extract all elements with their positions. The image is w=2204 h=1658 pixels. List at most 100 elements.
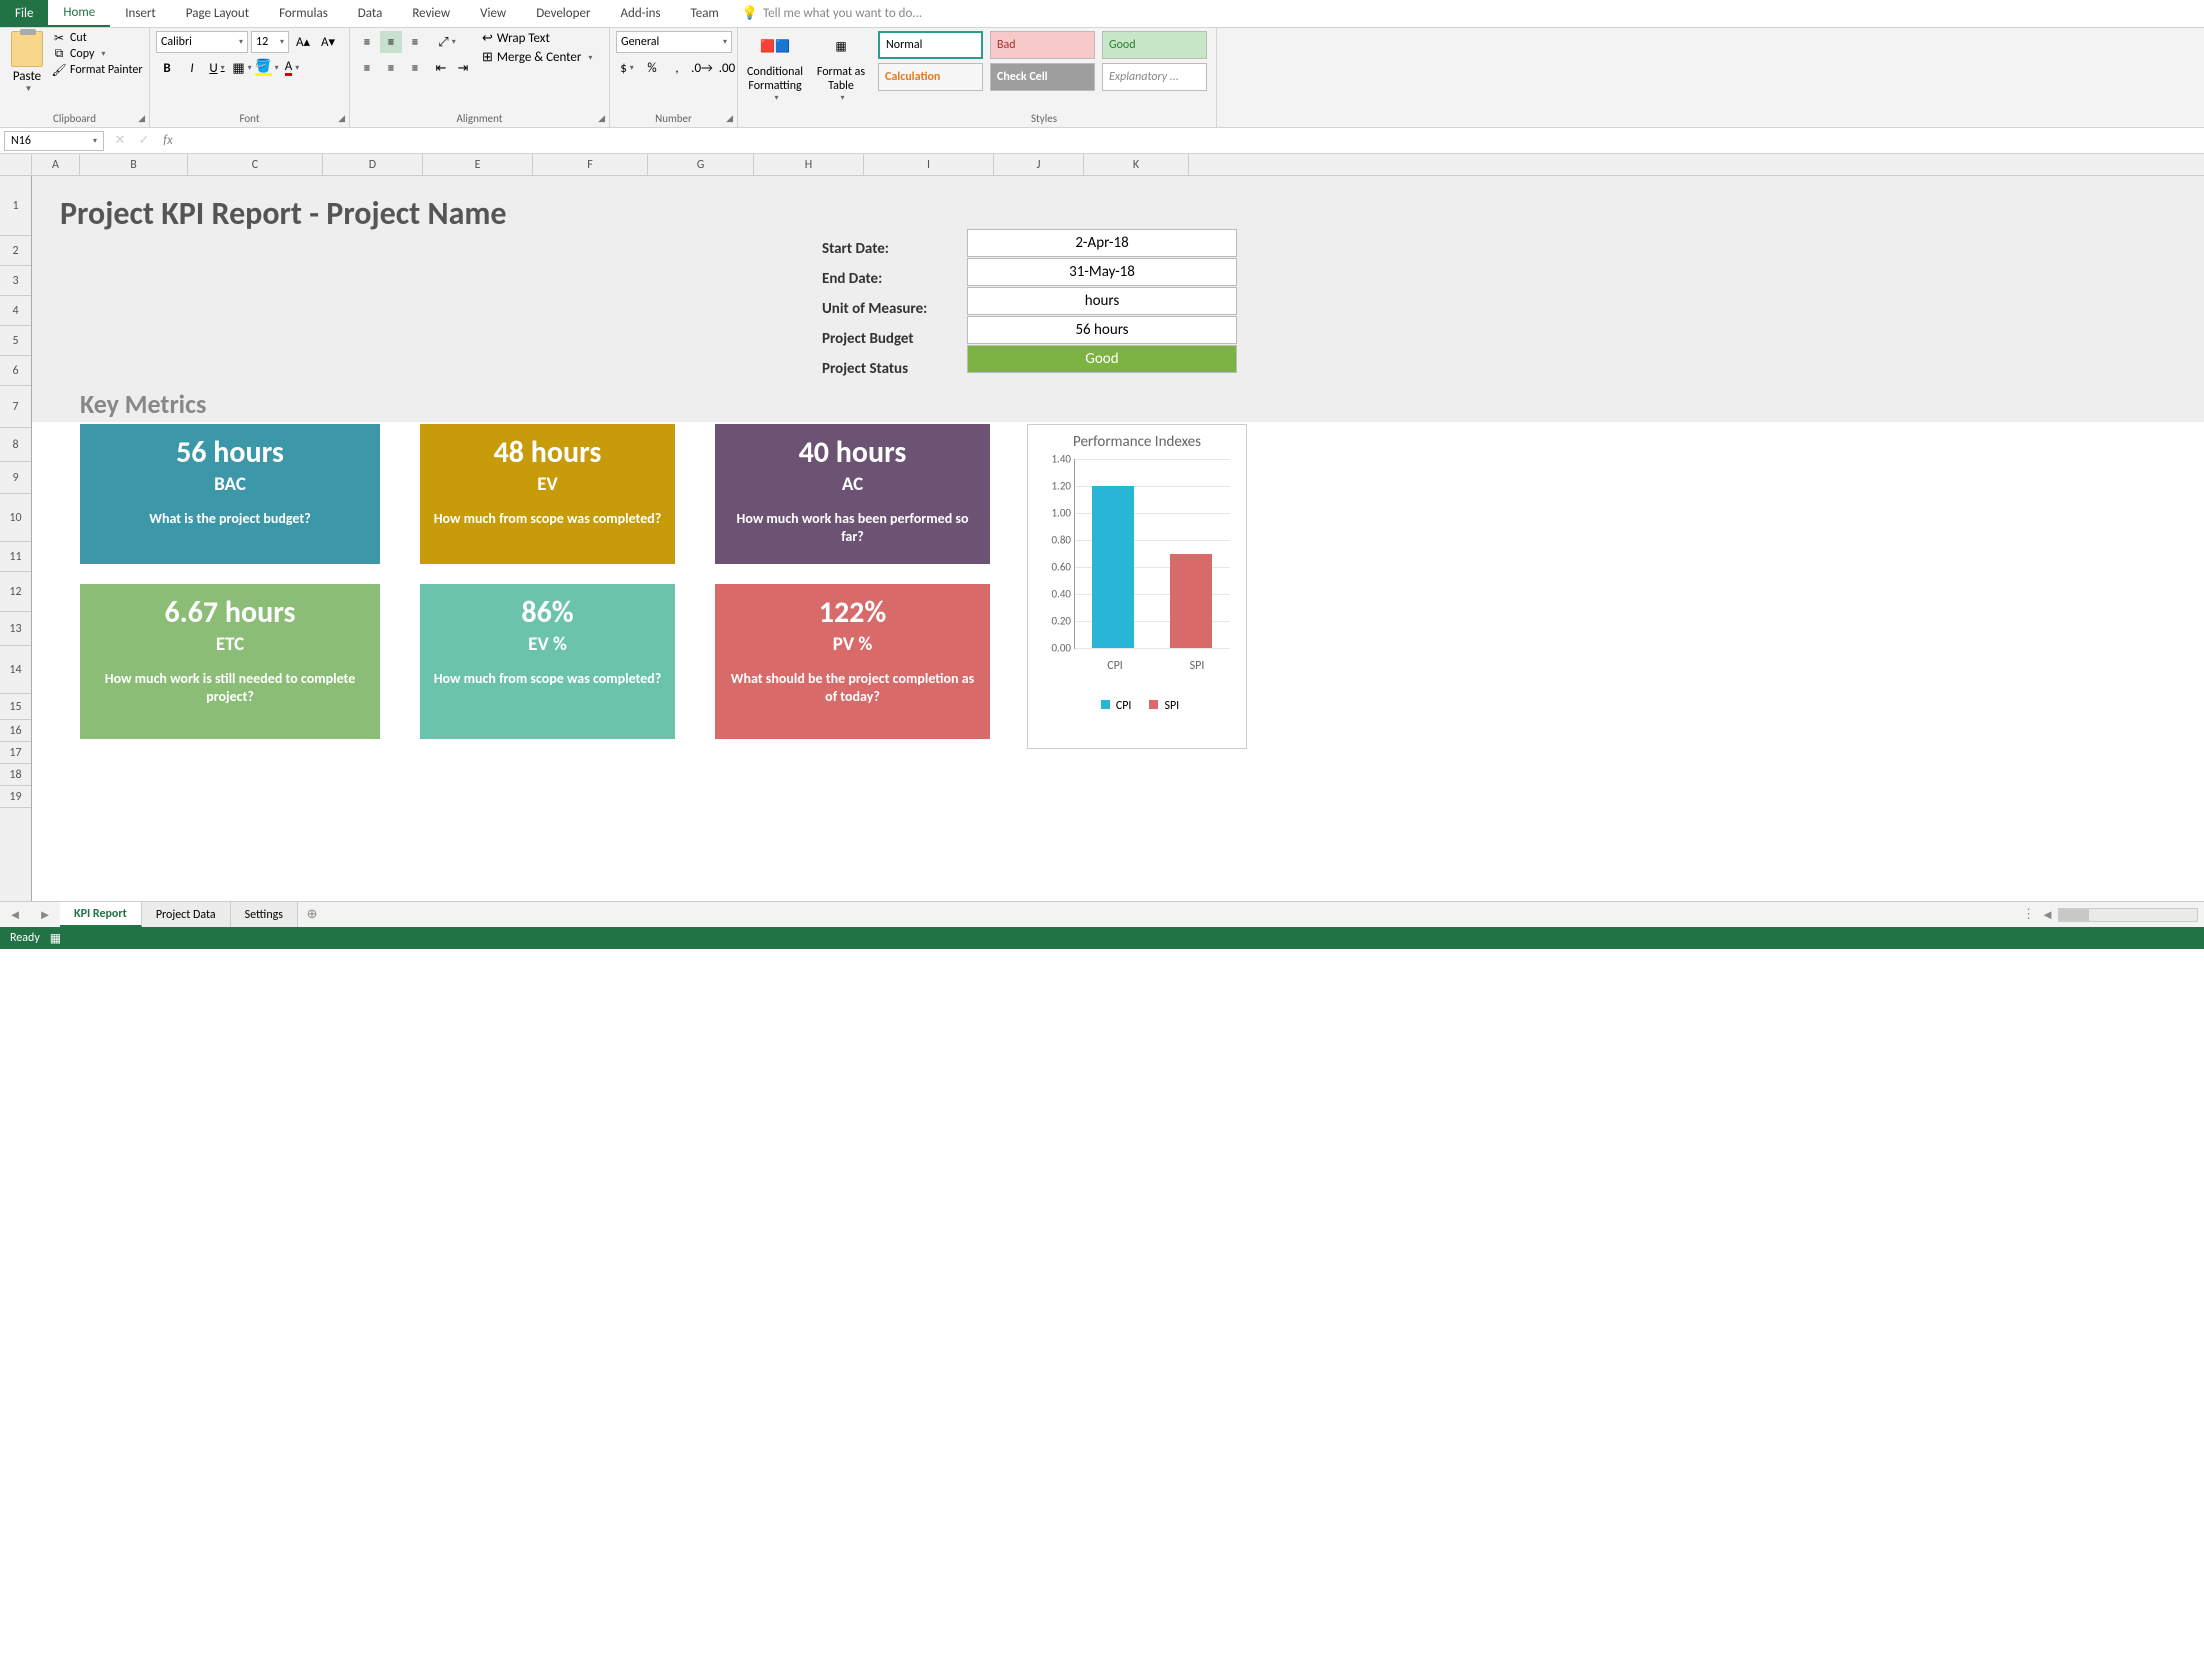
tellme-search[interactable]: 💡Tell me what you want to do... [742, 6, 922, 21]
style-good[interactable]: Good [1102, 31, 1207, 59]
name-box[interactable]: N16▾ [4, 131, 104, 151]
tab-team[interactable]: Team [676, 0, 734, 27]
row-header[interactable]: 6 [0, 356, 31, 386]
style-normal[interactable]: Normal [878, 31, 983, 59]
accounting-button[interactable]: $▾ [616, 57, 638, 79]
tab-insert[interactable]: Insert [110, 0, 171, 27]
row-header[interactable]: 7 [0, 386, 31, 428]
cancel-formula-button[interactable]: ✕ [108, 133, 132, 148]
sheet-tab-settings[interactable]: Settings [231, 902, 298, 927]
value-status[interactable]: Good [967, 345, 1237, 373]
tab-review[interactable]: Review [397, 0, 465, 27]
sheet-nav-arrows[interactable]: ◄► [0, 907, 60, 923]
value-uom[interactable]: hours [967, 287, 1237, 315]
row-header[interactable]: 1 [0, 176, 31, 236]
tab-file[interactable]: File [0, 0, 48, 27]
value-end-date[interactable]: 31-May-18 [967, 258, 1237, 286]
increase-decimal-button[interactable]: .0→ [691, 57, 713, 79]
tab-page-layout[interactable]: Page Layout [171, 0, 264, 27]
row-header[interactable]: 15 [0, 694, 31, 720]
column-header[interactable]: I [864, 154, 994, 175]
row-header[interactable]: 5 [0, 326, 31, 356]
comma-button[interactable]: , [666, 57, 688, 79]
format-as-table-button[interactable]: ▦ Format as Table▾ [810, 31, 872, 103]
row-header[interactable]: 14 [0, 646, 31, 694]
column-header[interactable]: C [188, 154, 323, 175]
style-check-cell[interactable]: Check Cell [990, 63, 1095, 91]
column-header[interactable]: H [754, 154, 864, 175]
column-header[interactable]: F [533, 154, 648, 175]
row-header[interactable]: 9 [0, 462, 31, 494]
cut-button[interactable]: ✂Cut [52, 31, 143, 45]
select-all-corner[interactable] [0, 154, 32, 175]
tab-data[interactable]: Data [343, 0, 398, 27]
column-header[interactable]: D [323, 154, 423, 175]
number-format-combo[interactable]: General▾ [616, 31, 732, 53]
style-explanatory[interactable]: Explanatory ... [1102, 63, 1207, 91]
align-top-button[interactable]: ≡ [356, 31, 378, 53]
enter-formula-button[interactable]: ✓ [132, 133, 156, 148]
dialog-launcher-icon[interactable]: ◢ [338, 113, 345, 124]
wrap-text-button[interactable]: ↩Wrap Text [482, 31, 592, 46]
tab-developer[interactable]: Developer [521, 0, 605, 27]
column-header[interactable]: B [80, 154, 188, 175]
column-header[interactable]: J [994, 154, 1084, 175]
conditional-formatting-button[interactable]: 🟥🟦 Conditional Formatting▾ [744, 31, 806, 103]
column-header[interactable]: K [1084, 154, 1189, 175]
tab-addins[interactable]: Add-ins [605, 0, 675, 27]
align-bottom-button[interactable]: ≡ [404, 31, 426, 53]
orientation-button[interactable]: ⤢▾ [430, 31, 464, 53]
font-size-combo[interactable]: 12▾ [251, 31, 289, 53]
tab-home[interactable]: Home [48, 0, 110, 27]
decrease-decimal-button[interactable]: .00 [716, 57, 738, 79]
row-header[interactable]: 2 [0, 236, 31, 266]
copy-button[interactable]: ⧉Copy▾ [52, 47, 143, 61]
font-color-button[interactable]: A▾ [281, 57, 303, 79]
column-header[interactable]: A [32, 154, 80, 175]
row-header[interactable]: 11 [0, 542, 31, 572]
style-bad[interactable]: Bad [990, 31, 1095, 59]
dialog-launcher-icon[interactable]: ◢ [598, 113, 605, 124]
row-header[interactable]: 16 [0, 720, 31, 742]
decrease-indent-button[interactable]: ⇤ [430, 57, 452, 79]
tab-view[interactable]: View [465, 0, 521, 27]
align-middle-button[interactable]: ≡ [380, 31, 402, 53]
dialog-launcher-icon[interactable]: ◢ [726, 113, 733, 124]
value-budget[interactable]: 56 hours [967, 316, 1237, 344]
performance-chart[interactable]: Performance Indexes 0.000.200.400.600.80… [1027, 424, 1247, 749]
row-header[interactable]: 17 [0, 742, 31, 764]
align-right-button[interactable]: ≡ [404, 57, 426, 79]
tab-formulas[interactable]: Formulas [264, 0, 343, 27]
dialog-launcher-icon[interactable]: ◢ [138, 113, 145, 124]
worksheet[interactable]: Project KPI Report - Project Name Start … [32, 176, 2204, 901]
align-left-button[interactable]: ≡ [356, 57, 378, 79]
increase-indent-button[interactable]: ⇥ [452, 57, 474, 79]
row-header[interactable]: 8 [0, 428, 31, 462]
row-header[interactable]: 19 [0, 786, 31, 808]
format-painter-button[interactable]: 🖌Format Painter [52, 63, 143, 77]
style-calculation[interactable]: Calculation [878, 63, 983, 91]
row-header[interactable]: 13 [0, 612, 31, 646]
row-header[interactable]: 12 [0, 572, 31, 612]
borders-button[interactable]: ▦▾ [231, 57, 253, 79]
add-sheet-button[interactable]: ⊕ [298, 907, 326, 922]
row-header[interactable]: 3 [0, 266, 31, 296]
merge-center-button[interactable]: ⊞Merge & Center▾ [482, 50, 592, 65]
paste-button[interactable]: Paste ▼ [6, 31, 48, 94]
align-center-button[interactable]: ≡ [380, 57, 402, 79]
fx-button[interactable]: fx [156, 133, 180, 148]
fill-color-button[interactable]: 🪣▾ [256, 57, 278, 79]
grow-font-button[interactable]: A▴ [292, 31, 314, 53]
formula-input[interactable] [180, 134, 2204, 148]
horizontal-scrollbar[interactable]: ⋮◄ [326, 907, 2204, 923]
shrink-font-button[interactable]: A▾ [317, 31, 339, 53]
row-header[interactable]: 18 [0, 764, 31, 786]
sheet-tab-kpi[interactable]: KPI Report [60, 902, 142, 927]
font-name-combo[interactable]: Calibri▾ [156, 31, 248, 53]
percent-button[interactable]: % [641, 57, 663, 79]
row-header[interactable]: 10 [0, 494, 31, 542]
italic-button[interactable]: I [181, 57, 203, 79]
row-header[interactable]: 4 [0, 296, 31, 326]
column-header[interactable]: E [423, 154, 533, 175]
bold-button[interactable]: B [156, 57, 178, 79]
